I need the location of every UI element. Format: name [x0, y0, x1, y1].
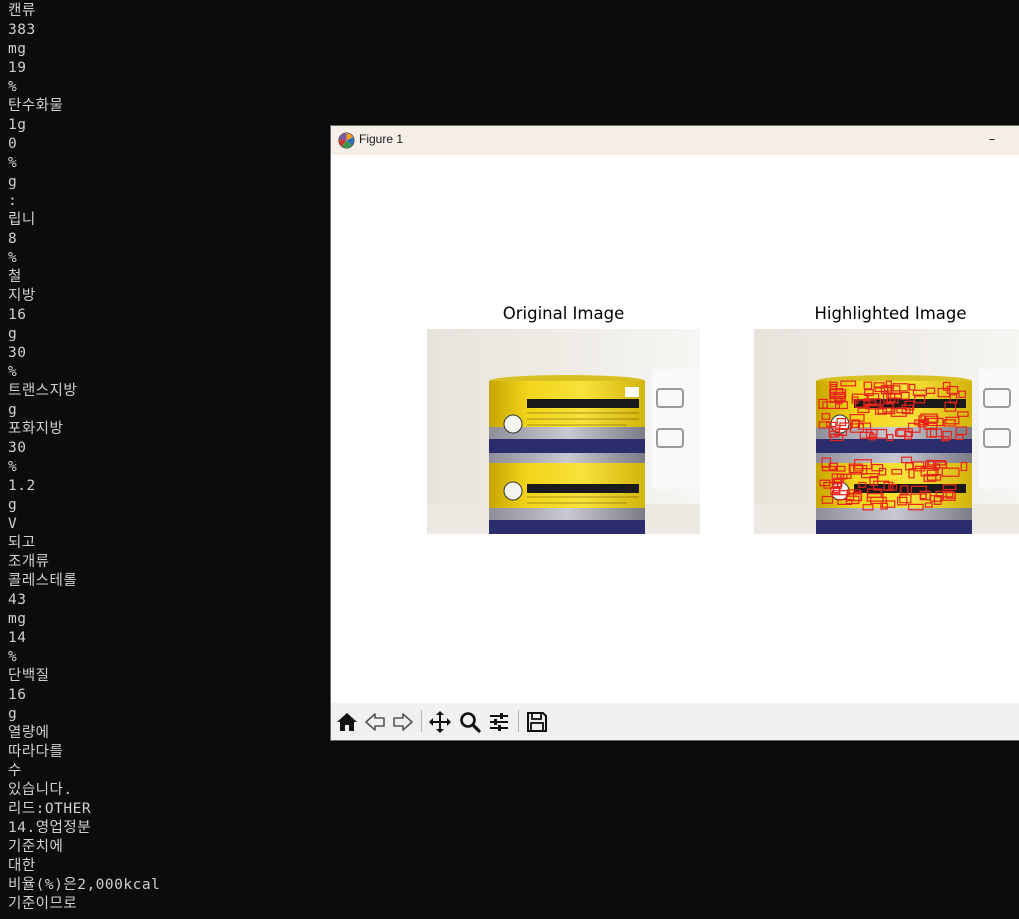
terminal-line: 14 [8, 630, 27, 646]
terminal-line: 30 [8, 440, 27, 456]
configure-subplots-icon [490, 713, 508, 731]
pan-button[interactable] [427, 709, 453, 735]
forward-button[interactable] [390, 709, 416, 735]
terminal-line: 열량에 [8, 725, 50, 741]
terminal-line: 0 [8, 136, 18, 152]
original-image [427, 329, 700, 534]
forward-arrow-icon [393, 713, 413, 731]
terminal-line: g [8, 706, 18, 722]
terminal-line: 8 [8, 231, 18, 247]
terminal-line: 383 [8, 22, 36, 38]
terminal-line: 기준치에 [8, 839, 64, 855]
terminal-line: 1g [8, 117, 27, 133]
zoom-button[interactable] [457, 709, 483, 735]
terminal-line: mg [8, 41, 27, 57]
terminal-line: 19 [8, 60, 27, 76]
terminal-line: V [8, 516, 18, 532]
terminal-line: g [8, 174, 18, 190]
figure-window[interactable]: Figure 1 – Original Image Highlighted Im… [330, 125, 1019, 741]
back-button[interactable] [362, 709, 388, 735]
terminal-line: 리드:OTHER [8, 801, 92, 817]
terminal-line: 철 [8, 269, 22, 285]
terminal-line: 16 [8, 307, 27, 323]
terminal-output: 캔류 383 mg 19% 탄수화물 1g 0% g: 립니 8% 철 지방 16 g 30% 트랜스지방 g 포… [8, 2, 160, 914]
save-icon [527, 712, 547, 732]
terminal-line: 립니 [8, 212, 36, 228]
terminal-line: 트랜스지방 [8, 383, 78, 399]
terminal-line: 지방 [8, 288, 36, 304]
terminal-line: 16 [8, 687, 27, 703]
pan-icon [429, 711, 451, 733]
minimize-button[interactable]: – [983, 130, 1001, 150]
terminal-line: mg [8, 611, 27, 627]
back-arrow-icon [365, 713, 385, 731]
terminal-line: 단백질 [8, 668, 50, 684]
terminal-line: % [8, 459, 18, 475]
original-image-title: Original Image [502, 304, 625, 323]
terminal-line: 콜레스테롤 [8, 573, 78, 589]
figure-canvas[interactable]: Original Image Highlighted Image [331, 155, 1019, 703]
terminal-line: 14.영업정분 [8, 820, 92, 836]
highlighted-image-title: Highlighted Image [814, 304, 967, 323]
terminal-line: 대한 [8, 858, 36, 874]
terminal-line: 조개류 [8, 554, 50, 570]
terminal-line: 1.2 [8, 478, 36, 494]
terminal-line: 따라다를 [8, 744, 64, 760]
terminal-line: % [8, 364, 18, 380]
home-button[interactable] [334, 709, 360, 735]
save-button[interactable] [524, 709, 550, 735]
terminal-line: 포화지방 [8, 421, 64, 437]
terminal-line: % [8, 155, 18, 171]
toolbar-separator [518, 710, 519, 732]
terminal-line: % [8, 79, 18, 95]
terminal-line: 수 [8, 763, 22, 779]
configure-subplots-button[interactable] [486, 709, 512, 735]
terminal-line: % [8, 250, 18, 266]
navigation-toolbar [331, 703, 1019, 740]
figure-titlebar[interactable]: Figure 1 – [331, 126, 1019, 155]
matplotlib-app-icon [338, 132, 355, 149]
terminal-line: 비율(%)은2,000kcal [8, 877, 161, 893]
terminal-line: 되고 [8, 535, 36, 551]
terminal-line: % [8, 649, 18, 665]
terminal-line: 있습니다. [8, 782, 73, 798]
terminal-line: g [8, 326, 18, 342]
figure-title: Figure 1 [359, 132, 404, 146]
terminal-line: 캔류 [8, 3, 36, 19]
highlighted-image [754, 329, 1019, 534]
toolbar-separator [421, 710, 422, 732]
terminal-line: 43 [8, 592, 27, 608]
zoom-icon [460, 712, 481, 733]
terminal-line: 30 [8, 345, 27, 361]
home-icon [337, 713, 357, 731]
terminal-line: 탄수화물 [8, 98, 64, 114]
terminal-line: g [8, 497, 18, 513]
terminal-line: g [8, 402, 18, 418]
terminal-line: : [8, 193, 18, 209]
terminal-line: 기준이므로 [8, 896, 78, 912]
